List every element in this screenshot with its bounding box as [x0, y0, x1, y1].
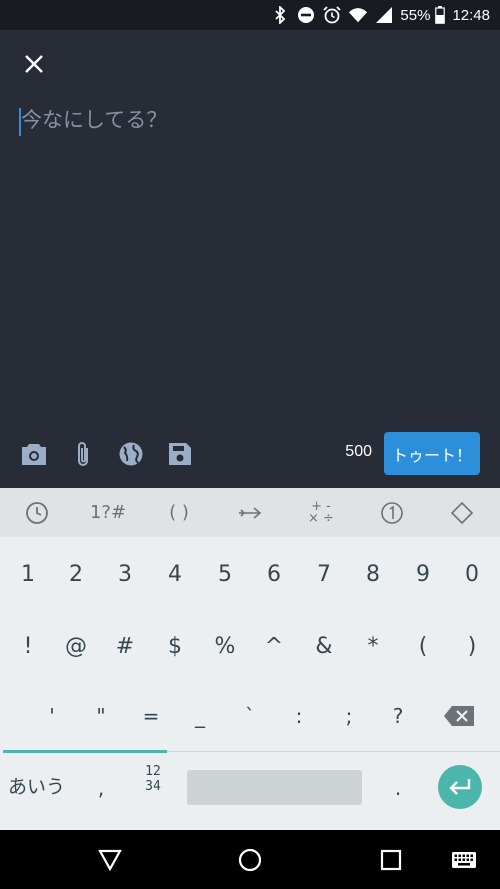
attachment-icon — [78, 442, 88, 466]
recent-tab[interactable] — [6, 488, 68, 537]
key-asterisk[interactable]: * — [348, 616, 398, 676]
math-tab[interactable]: + - × ÷ — [290, 488, 352, 537]
enter-key[interactable] — [438, 765, 482, 809]
key-ampersand[interactable]: & — [299, 616, 349, 676]
back-triangle-icon — [98, 849, 122, 871]
mode-indicator — [3, 750, 167, 753]
text-cursor — [19, 108, 21, 136]
key-apostrophe[interactable]: ' — [27, 686, 77, 746]
key-3[interactable]: 3 — [100, 544, 150, 604]
home-button[interactable] — [232, 842, 268, 878]
key-equals[interactable]: = — [126, 686, 176, 746]
diamond-icon — [450, 501, 474, 524]
key-at[interactable]: @ — [51, 616, 101, 676]
key-5[interactable]: 5 — [200, 544, 250, 604]
symbols-tab[interactable]: 1?# — [77, 488, 139, 537]
symbol-row: ! @ # $ % ^ & * ( ) — [0, 616, 500, 676]
key-question[interactable]: ? — [373, 686, 423, 746]
status-input[interactable] — [18, 104, 482, 404]
recents-square-icon — [380, 849, 402, 871]
attach-button[interactable] — [67, 438, 99, 470]
key-underscore[interactable]: _ — [175, 686, 225, 746]
backspace-key[interactable] — [434, 686, 484, 746]
key-backtick[interactable]: ` — [225, 686, 275, 746]
key-7[interactable]: 7 — [299, 544, 349, 604]
key-percent[interactable]: % — [200, 616, 250, 676]
battery-icon — [434, 5, 446, 25]
compose-toolbar: 500 トゥート！ — [0, 430, 500, 478]
key-4[interactable]: 4 — [150, 544, 200, 604]
shapes-tab[interactable] — [431, 488, 493, 537]
camera-icon — [22, 444, 46, 465]
character-counter: 500 — [345, 443, 372, 460]
save-icon — [169, 443, 191, 465]
navigation-bar — [0, 830, 500, 889]
camera-button[interactable] — [18, 438, 50, 470]
key-2[interactable]: 2 — [51, 544, 101, 604]
space-bar[interactable] — [187, 770, 362, 805]
punctuation-row: ' " = _ ` : ; ? — [0, 686, 500, 746]
compose-panel: 500 トゥート！ — [0, 30, 500, 488]
status-bar: 55% 12:48 — [0, 0, 500, 30]
circled-one-icon — [381, 501, 403, 524]
key-close-paren[interactable]: ) — [447, 616, 497, 676]
arrow-icon — [239, 506, 262, 519]
visibility-button[interactable] — [115, 438, 147, 470]
key-8[interactable]: 8 — [348, 544, 398, 604]
key-double-quote[interactable]: " — [76, 686, 126, 746]
key-caret[interactable]: ^ — [249, 616, 299, 676]
wifi-icon — [348, 5, 368, 25]
digit-row: 1 2 3 4 5 6 7 8 9 0 — [0, 544, 500, 604]
numeric-mode-top: 12 — [145, 764, 161, 779]
key-hash[interactable]: # — [100, 616, 150, 676]
home-circle-icon — [238, 848, 262, 872]
circled-numbers-tab[interactable] — [361, 488, 423, 537]
globe-icon — [119, 442, 143, 466]
back-button[interactable] — [92, 842, 128, 878]
brackets-tab[interactable]: ( ) — [148, 488, 210, 537]
bluetooth-icon — [270, 5, 290, 25]
close-button[interactable] — [18, 48, 50, 80]
key-colon[interactable]: : — [274, 686, 324, 746]
key-comma[interactable]: , — [76, 758, 126, 818]
save-button[interactable] — [164, 438, 196, 470]
key-exclamation[interactable]: ! — [3, 616, 53, 676]
key-6[interactable]: 6 — [249, 544, 299, 604]
clock-time: 12:48 — [452, 6, 490, 24]
backspace-icon — [444, 706, 474, 726]
kana-mode-key[interactable]: あいう — [8, 772, 65, 799]
clock-icon — [26, 501, 48, 524]
close-icon — [25, 55, 43, 73]
key-dollar[interactable]: $ — [150, 616, 200, 676]
numeric-mode-key[interactable]: 12 34 — [138, 764, 168, 794]
cell-signal-icon — [374, 5, 394, 25]
numeric-mode-bottom: 34 — [145, 779, 161, 794]
keyboard-bottom-row: あいう , 12 34 . — [0, 756, 500, 830]
toot-button[interactable]: トゥート！ — [384, 432, 480, 475]
do-not-disturb-icon — [296, 5, 316, 25]
key-period[interactable]: . — [373, 758, 423, 818]
enter-icon — [449, 779, 471, 795]
key-1[interactable]: 1 — [3, 544, 53, 604]
key-open-paren[interactable]: ( — [398, 616, 448, 676]
keyboard: 1?# ( ) + - × ÷ 1 2 3 4 5 6 7 8 9 0 ! @ … — [0, 488, 500, 830]
key-semicolon[interactable]: ; — [324, 686, 374, 746]
recents-button[interactable] — [373, 842, 409, 878]
arrows-tab[interactable] — [219, 488, 281, 537]
keyboard-switch-button[interactable] — [446, 842, 482, 878]
keyboard-category-bar: 1?# ( ) + - × ÷ — [0, 488, 500, 537]
keyboard-icon — [452, 852, 476, 868]
key-9[interactable]: 9 — [398, 544, 448, 604]
row-divider — [167, 751, 500, 752]
alarm-icon — [322, 5, 342, 25]
key-0[interactable]: 0 — [447, 544, 497, 604]
battery-percentage: 55% — [400, 6, 431, 24]
